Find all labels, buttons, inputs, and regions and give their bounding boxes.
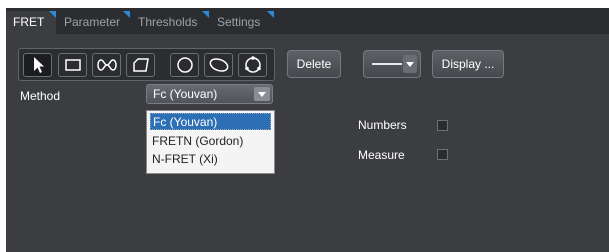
roi-tool-group [18, 48, 275, 81]
circle-tool-button[interactable] [170, 53, 199, 77]
method-dropdown-list: Fc (Youvan) FRETN (Gordon) N-FRET (Xi) [146, 110, 275, 174]
tab-bar: FRET Parameter Thresholds Settings [6, 8, 609, 34]
ellipse-tool-icon [209, 58, 228, 72]
measure-checkbox[interactable] [437, 149, 448, 160]
freehand-closed-icon [96, 59, 117, 71]
circle-points-tool-button[interactable] [238, 53, 267, 77]
measure-label: Measure [358, 148, 405, 162]
select-pointer-icon [33, 57, 44, 73]
select-pointer-button[interactable] [23, 53, 52, 77]
tab-fret[interactable]: FRET [6, 11, 56, 34]
chevron-down-icon [403, 55, 417, 73]
chevron-down-icon [254, 87, 270, 101]
tab-settings[interactable]: Settings [210, 11, 274, 34]
rectangle-tool-button[interactable] [58, 53, 87, 77]
delete-button[interactable]: Delete [287, 50, 341, 78]
tab-label: FRET [13, 15, 45, 29]
line-style-preview [372, 63, 402, 65]
numbers-checkbox[interactable] [437, 120, 448, 131]
circle-tool-icon [176, 57, 193, 73]
method-select-value: Fc (Youvan) [153, 87, 218, 101]
ellipse-tool-button[interactable] [204, 53, 233, 77]
numbers-label: Numbers [358, 118, 407, 132]
tab-thresholds[interactable]: Thresholds [131, 11, 209, 34]
method-label: Method [20, 89, 61, 103]
tab-parameter[interactable]: Parameter [57, 11, 130, 34]
tab-label: Parameter [64, 15, 121, 29]
tab-corner-marker [202, 11, 209, 18]
circle-points-tool-icon [244, 56, 261, 73]
display-button[interactable]: Display ... [432, 50, 504, 78]
freehand-closed-button[interactable] [92, 53, 121, 77]
method-option[interactable]: FRETN (Gordon) [150, 133, 271, 150]
line-style-dropdown[interactable] [363, 50, 421, 78]
tab-corner-marker [49, 11, 56, 18]
method-select[interactable]: Fc (Youvan) [146, 84, 273, 104]
tab-corner-marker [123, 11, 130, 18]
tab-label: Thresholds [138, 15, 198, 29]
tab-corner-marker [267, 11, 274, 18]
fret-panel: FRET Parameter Thresholds Settings Delet… [6, 8, 609, 252]
polygon-tool-button[interactable] [126, 53, 155, 77]
polygon-tool-icon [132, 58, 149, 72]
tab-label: Settings [217, 15, 261, 29]
method-option[interactable]: Fc (Youvan) [150, 113, 271, 130]
method-option[interactable]: N-FRET (Xi) [150, 151, 271, 168]
rectangle-tool-icon [64, 59, 81, 71]
